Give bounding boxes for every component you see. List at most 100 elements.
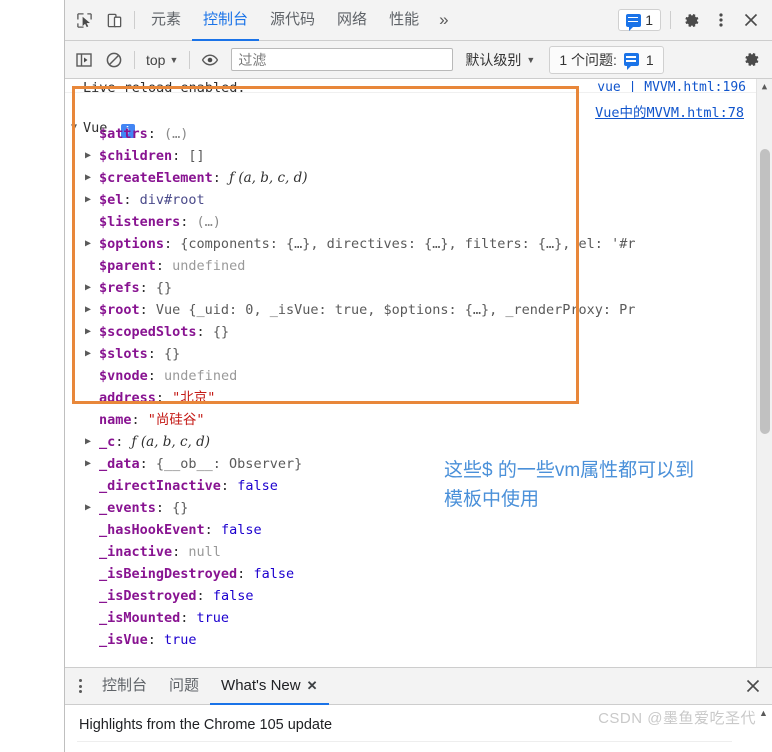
drawer-tab-whats-new[interactable]: What's New ✕ — [210, 667, 329, 705]
object-property-row[interactable]: address: "北京" — [65, 387, 756, 409]
console-message-list[interactable]: Live reload enabled. vue | MVVM.html:196… — [65, 79, 772, 667]
object-property-row[interactable]: _isDestroyed: false — [65, 585, 756, 607]
object-property-row[interactable]: _isMounted: true — [65, 607, 756, 629]
issues-toolbar-count: 1 — [645, 51, 654, 68]
drawer-scrollbar[interactable]: ▲ — [756, 705, 772, 752]
property-separator: : — [131, 412, 148, 428]
issues-badge-button[interactable]: 1 — [618, 9, 661, 31]
show-console-sidebar-icon[interactable] — [69, 46, 99, 74]
tab-network[interactable]: 网络 — [326, 0, 378, 41]
object-property-row[interactable]: _hasHookEvent: false — [65, 519, 756, 541]
close-icon[interactable] — [736, 6, 766, 34]
expand-arrow-icon[interactable]: ▶ — [85, 431, 96, 453]
property-value: true — [164, 632, 197, 648]
expand-arrow-icon[interactable]: ▶ — [85, 453, 96, 475]
drawer-scroll-up-arrow-icon[interactable]: ▲ — [756, 705, 771, 721]
expand-arrow-icon[interactable]: ▶ — [85, 343, 96, 365]
property-key: _data — [99, 456, 140, 472]
drawer-tab-console-label: 控制台 — [102, 676, 148, 694]
clear-console-icon[interactable] — [99, 46, 129, 74]
object-property-row[interactable]: ▶ $refs: {} — [65, 277, 756, 299]
expand-arrow-icon[interactable]: ▶ — [85, 145, 96, 167]
object-property-row[interactable]: $listeners: (…) — [65, 211, 756, 233]
property-separator: : — [196, 324, 213, 340]
object-property-row[interactable]: ▶ $createElement: ƒ (a, b, c, d) — [65, 167, 756, 189]
property-value: ƒ (a, b, c, d) — [131, 434, 210, 450]
whats-new-headline[interactable]: Highlights from the Chrome 105 update — [65, 705, 332, 733]
console-source-link[interactable]: vue | MVVM.html:196 — [597, 80, 746, 92]
property-value: {} — [164, 346, 181, 362]
property-value: (…) — [164, 126, 189, 142]
property-separator: : — [147, 126, 165, 142]
property-separator: : — [180, 214, 197, 230]
object-property-row[interactable]: name: "尚硅谷" — [65, 409, 756, 431]
object-property-row[interactable]: _isBeingDestroyed: false — [65, 563, 756, 585]
object-property-row[interactable]: ▶ $scopedSlots: {} — [65, 321, 756, 343]
expand-arrow-icon[interactable]: ▶ — [85, 497, 96, 519]
object-property-row[interactable]: _isVue: true — [65, 629, 756, 651]
property-value: ƒ (a, b, c, d) — [229, 170, 308, 186]
issues-badge-count: 1 — [645, 12, 653, 28]
issues-speech-icon-2 — [623, 53, 639, 70]
object-property-row[interactable]: ▶ $options: {components: {…}, directives:… — [65, 233, 756, 255]
drawer-close-icon[interactable] — [738, 672, 768, 700]
property-value: true — [196, 610, 230, 626]
expand-arrow-icon[interactable]: ▶ — [85, 233, 96, 255]
tab-sources[interactable]: 源代码 — [259, 0, 326, 41]
drawer-tab-issues[interactable]: 问题 — [158, 668, 210, 705]
console-settings-gear-icon[interactable] — [736, 46, 766, 74]
log-level-selector[interactable]: 默认级别 ▼ — [459, 48, 541, 72]
expand-arrow-icon[interactable]: ▶ — [85, 321, 96, 343]
tabbar-divider-2 — [670, 11, 671, 29]
property-key: $slots — [99, 346, 148, 362]
gear-icon[interactable] — [676, 6, 706, 34]
property-value: false — [220, 522, 262, 538]
drawer-tab-close-icon[interactable]: ✕ — [307, 667, 318, 704]
object-property-row[interactable]: $parent: undefined — [65, 255, 756, 277]
expand-arrow-icon[interactable]: ▶ — [85, 299, 96, 321]
issues-toolbar-button[interactable]: 1 个问题: 1 — [549, 45, 664, 74]
object-source-link[interactable]: Vue中的MVVM.html:78 — [595, 101, 744, 121]
object-property-row[interactable]: $vnode: undefined — [65, 365, 756, 387]
property-separator: : — [139, 302, 156, 318]
object-property-row[interactable]: ▶ _c: ƒ (a, b, c, d) — [65, 431, 756, 453]
expand-arrow-icon[interactable]: ▶ — [85, 167, 96, 189]
issues-toolbar-label: 1 个问题: — [559, 51, 617, 68]
device-toolbar-icon[interactable] — [99, 6, 129, 34]
execution-context-selector[interactable]: top ▼ — [140, 50, 184, 70]
object-property-row[interactable]: ▶ $children: [] — [65, 145, 756, 167]
issues-speech-icon — [626, 13, 642, 31]
live-expression-icon[interactable] — [195, 46, 225, 74]
object-property-row[interactable]: ▶ $root: Vue {_uid: 0, _isVue: true, $opt… — [65, 299, 756, 321]
property-key: $scopedSlots — [99, 324, 197, 340]
drawer-more-icon[interactable] — [69, 674, 91, 698]
console-scrollbar[interactable]: ▲ — [756, 79, 772, 667]
console-filter-input[interactable] — [231, 48, 454, 71]
tab-elements[interactable]: 元素 — [140, 0, 192, 41]
object-property-row[interactable]: _inactive: null — [65, 541, 756, 563]
console-scrollbar-thumb[interactable] — [760, 149, 770, 434]
tab-performance[interactable]: 性能 — [378, 0, 430, 41]
drawer-tab-console[interactable]: 控制台 — [91, 668, 158, 705]
property-separator: : — [123, 192, 140, 208]
tab-console[interactable]: 控制台 — [192, 0, 260, 41]
annotation-line-1: 这些$ 的一些vm属性都可以到 — [444, 460, 695, 481]
expand-arrow-icon[interactable]: ▶ — [85, 277, 96, 299]
object-property-row[interactable]: ▶ $el: div#root — [65, 189, 756, 211]
console-object-group: Vue中的MVVM.html:78 ▼ Vue i $attrs: (…) ▶ $c… — [65, 93, 756, 651]
tab-more-panels-icon[interactable]: » — [430, 0, 457, 41]
scroll-up-arrow-icon[interactable]: ▲ — [757, 79, 772, 95]
devtools-tabs: 元素 控制台 源代码 网络 性能 » — [140, 0, 458, 41]
whats-new-divider — [77, 741, 732, 742]
console-message-row[interactable]: Live reload enabled. vue | MVVM.html:196 — [65, 79, 756, 93]
object-property-row[interactable]: ▶ $slots: {} — [65, 343, 756, 365]
inspect-cursor-icon[interactable] — [69, 6, 99, 34]
log-level-label: 默认级别 — [465, 51, 522, 68]
kebab-menu-icon[interactable] — [706, 6, 736, 34]
property-separator: : — [164, 236, 181, 252]
expand-arrow-icon[interactable]: ▶ — [85, 189, 96, 211]
drawer-tab-issues-label: 问题 — [169, 676, 200, 694]
object-property-row[interactable]: $attrs: (…) — [65, 123, 756, 145]
property-key: _directInactive — [99, 478, 221, 494]
property-key: $vnode — [99, 368, 148, 384]
